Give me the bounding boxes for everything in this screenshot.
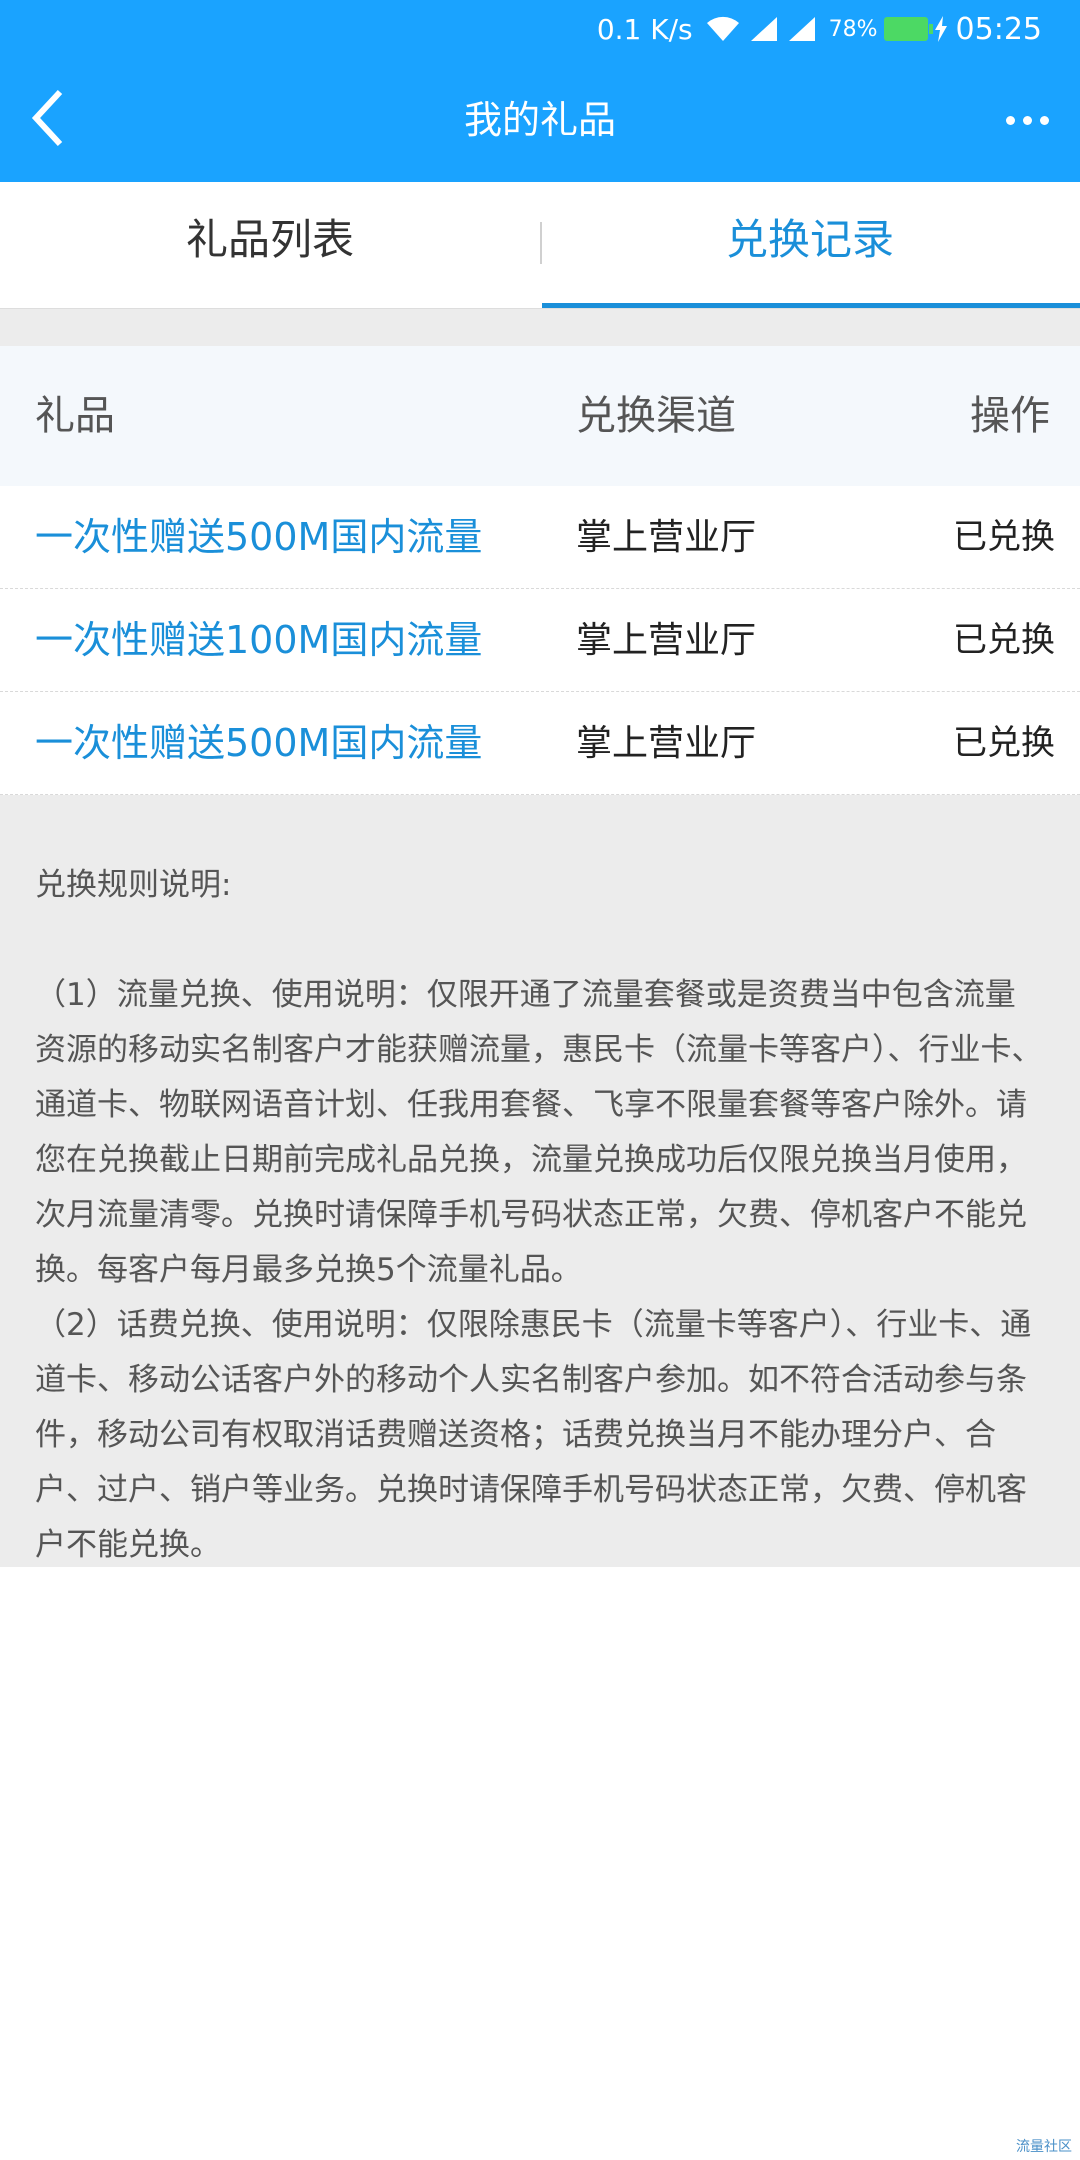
exchange-rules-section: 兑换规则说明: （1）流量兑换、使用说明：仅限开通了流量套餐或是资费当中包含流量… bbox=[0, 795, 1080, 1567]
status-text: 已兑换 bbox=[953, 723, 1055, 763]
gift-name-link[interactable]: 一次性赠送100M国内流量 bbox=[35, 589, 482, 692]
wifi-icon bbox=[705, 15, 741, 43]
net-speed: 0.1 K/s bbox=[596, 12, 693, 46]
channel-text: 掌上营业厅 bbox=[576, 620, 757, 661]
signal-icon bbox=[787, 15, 817, 43]
header-gift: 礼品 bbox=[35, 393, 115, 439]
status-bar: 0.1 K/s 78% 05:25 bbox=[0, 0, 1080, 58]
tab-exchange-records[interactable]: 兑换记录 bbox=[540, 182, 1080, 308]
nav-bar: 我的礼品 bbox=[0, 58, 1080, 182]
charging-icon bbox=[934, 16, 948, 42]
more-dots-icon bbox=[1005, 115, 1015, 125]
page-title: 我的礼品 bbox=[463, 98, 616, 142]
header-channel: 兑换渠道 bbox=[576, 393, 736, 439]
table-header: 礼品 兑换渠道 操作 bbox=[0, 346, 1080, 486]
tab-gift-list[interactable]: 礼品列表 bbox=[0, 182, 540, 308]
table-row: 一次性赠送500M国内流量 掌上营业厅 已兑换 bbox=[0, 692, 1080, 795]
rule-item-bill: （2）话费兑换、使用说明：仅限除惠民卡（流量卡等客户）、行业卡、通道卡、移动公话… bbox=[35, 1307, 1032, 1563]
status-text: 已兑换 bbox=[953, 517, 1055, 557]
signal-icon bbox=[749, 15, 779, 43]
watermark: 流量社区 bbox=[1016, 2139, 1072, 2155]
exchange-record-table: 礼品 兑换渠道 操作 一次性赠送500M国内流量 掌上营业厅 已兑换 一次性赠送… bbox=[0, 346, 1080, 795]
table-row: 一次性赠送500M国内流量 掌上营业厅 已兑换 bbox=[0, 486, 1080, 589]
header-action: 操作 bbox=[970, 393, 1050, 439]
gift-name-link[interactable]: 一次性赠送500M国内流量 bbox=[35, 486, 482, 589]
rules-title: 兑换规则说明: bbox=[35, 867, 232, 903]
channel-text: 掌上营业厅 bbox=[576, 723, 757, 764]
section-gap bbox=[0, 308, 1080, 346]
rule-item-traffic: （1）流量兑换、使用说明：仅限开通了流量套餐或是资费当中包含流量资源的移动实名制… bbox=[35, 977, 1043, 1288]
battery-percent: 78% bbox=[828, 16, 878, 42]
tab-bar: 礼品列表 兑换记录 bbox=[0, 182, 1080, 308]
gift-name-link[interactable]: 一次性赠送500M国内流量 bbox=[35, 692, 482, 795]
battery-icon bbox=[883, 17, 933, 41]
status-text: 已兑换 bbox=[953, 620, 1055, 660]
more-button[interactable] bbox=[992, 94, 1062, 146]
clock: 05:25 bbox=[955, 11, 1042, 47]
channel-text: 掌上营业厅 bbox=[576, 517, 757, 558]
table-row: 一次性赠送100M国内流量 掌上营业厅 已兑换 bbox=[0, 589, 1080, 692]
